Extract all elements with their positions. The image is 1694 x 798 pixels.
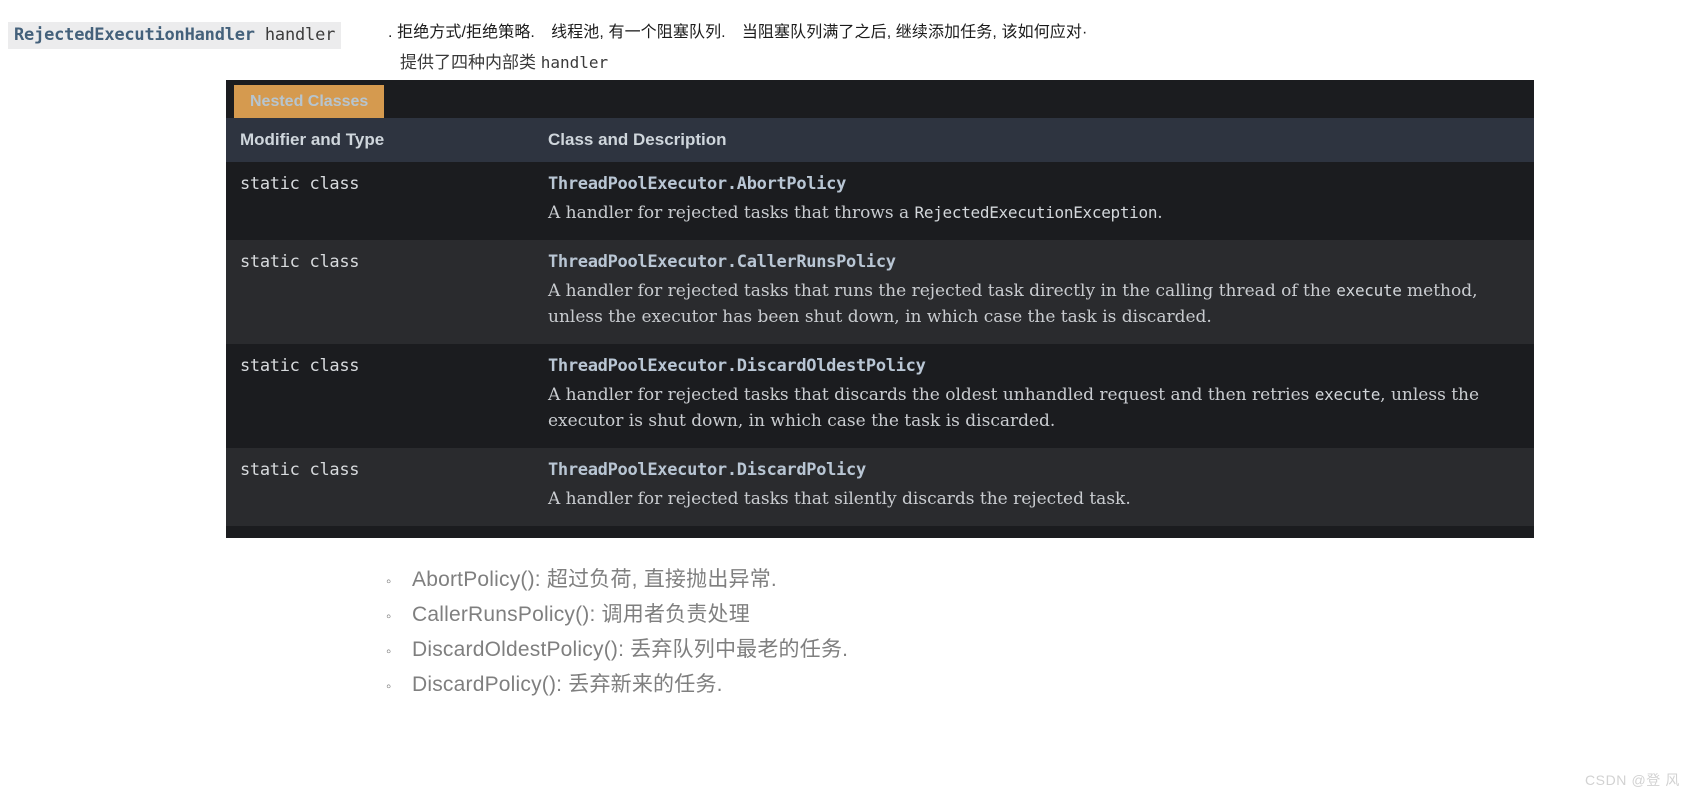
description-text: A handler for rejected tasks that discar…: [548, 385, 1315, 405]
table-row: static class ThreadPoolExecutor.DiscardPo…: [226, 448, 1534, 526]
table-row: static class ThreadPoolExecutor.AbortPoli…: [226, 162, 1534, 240]
cell-modifier-and-type: static class: [226, 356, 548, 434]
description-text: .: [1157, 203, 1163, 223]
nested-classes-panel: Nested Classes Modifier and Type Class a…: [226, 80, 1534, 538]
list-item: ◦ CallerRunsPolicy(): 调用者负责处理: [386, 597, 1286, 632]
modifier-text: static class: [240, 356, 360, 376]
list-item-label: DiscardOldestPolicy(): 丢弃队列中最老的任务.: [412, 638, 849, 661]
class-name-link[interactable]: ThreadPoolExecutor.AbortPolicy: [548, 174, 1520, 194]
table-row: static class ThreadPoolExecutor.DiscardOl…: [226, 344, 1534, 448]
column-header-class-and-description: Class and Description: [548, 130, 727, 149]
code-type-token: RejectedExecutionHandler: [14, 25, 255, 45]
inline-code: RejectedExecutionException: [914, 203, 1158, 222]
modifier-text: static class: [240, 174, 360, 194]
table-header-row: Modifier and Type Class and Description: [226, 118, 1534, 162]
class-name-link[interactable]: ThreadPoolExecutor.DiscardPolicy: [548, 460, 1520, 480]
class-name-link[interactable]: ThreadPoolExecutor.CallerRunsPolicy: [548, 252, 1520, 272]
list-item-label: CallerRunsPolicy(): 调用者负责处理: [412, 603, 750, 626]
csdn-watermark: CSDN @登 风: [1584, 772, 1680, 788]
class-description: A handler for rejected tasks that runs t…: [548, 278, 1520, 330]
list-item: ◦ DiscardPolicy(): 丢弃新来的任务.: [386, 667, 1286, 702]
handwritten-note-line-2: 提供了四种内部类 handler: [400, 51, 608, 75]
table-row: static class ThreadPoolExecutor.CallerRun…: [226, 240, 1534, 344]
code-param-token: handler: [264, 25, 336, 45]
list-item-label: DiscardPolicy(): 丢弃新来的任务.: [412, 673, 723, 696]
list-item: ◦ AbortPolicy(): 超过负荷, 直接抛出异常.: [386, 562, 1286, 597]
list-item-label: AbortPolicy(): 超过负荷, 直接抛出异常.: [412, 568, 777, 591]
tab-strip: Nested Classes: [226, 80, 1534, 118]
class-description: A handler for rejected tasks that discar…: [548, 382, 1520, 434]
cell-class-and-description: ThreadPoolExecutor.CallerRunsPolicy A han…: [548, 252, 1534, 330]
inline-code: execute: [1314, 385, 1381, 404]
bullet-marker-icon: ◦: [386, 678, 392, 695]
list-item: ◦ DiscardOldestPolicy(): 丢弃队列中最老的任务.: [386, 632, 1286, 667]
table-body: static class ThreadPoolExecutor.AbortPoli…: [226, 162, 1534, 526]
policy-summary-list: ◦ AbortPolicy(): 超过负荷, 直接抛出异常. ◦ CallerRuns…: [386, 562, 1286, 702]
inline-code: execute: [1336, 281, 1402, 300]
code-snippet-chip: RejectedExecutionHandler handler: [8, 22, 342, 49]
column-header-modifier-and-type: Modifier and Type: [240, 130, 385, 149]
tab-nested-classes[interactable]: Nested Classes: [234, 85, 385, 118]
cell-modifier-and-type: static class: [226, 460, 548, 512]
note-line-2-prefix: 提供了四种内部类: [400, 53, 541, 72]
class-description: A handler for rejected tasks that throws…: [548, 200, 1520, 226]
cell-modifier-and-type: static class: [226, 174, 548, 226]
bullet-marker-icon: ◦: [386, 608, 392, 625]
class-description: A handler for rejected tasks that silent…: [548, 486, 1520, 512]
cell-class-and-description: ThreadPoolExecutor.AbortPolicy A handler …: [548, 174, 1534, 226]
cell-class-and-description: ThreadPoolExecutor.DiscardPolicy A handle…: [548, 460, 1534, 512]
class-name-link[interactable]: ThreadPoolExecutor.DiscardOldestPolicy: [548, 356, 1520, 376]
bullet-marker-icon: ◦: [386, 643, 392, 660]
modifier-text: static class: [240, 460, 360, 480]
description-text: A handler for rejected tasks that throws…: [548, 203, 915, 223]
description-text: A handler for rejected tasks that silent…: [548, 489, 1131, 509]
modifier-text: static class: [240, 252, 360, 272]
description-text: A handler for rejected tasks that runs t…: [548, 281, 1337, 301]
cell-class-and-description: ThreadPoolExecutor.DiscardOldestPolicy A …: [548, 356, 1534, 434]
bullet-marker-icon: ◦: [386, 573, 392, 590]
top-annotation-area: RejectedExecutionHandler handler . 拒绝方式/…: [0, 0, 1694, 80]
handwritten-note-line-1: . 拒绝方式/拒绝策略. 线程池, 有一个阻塞队列. 当阻塞队列满了之后, 继续…: [388, 24, 1088, 41]
note-line-2-mono: handler: [540, 53, 609, 72]
cell-modifier-and-type: static class: [226, 252, 548, 330]
